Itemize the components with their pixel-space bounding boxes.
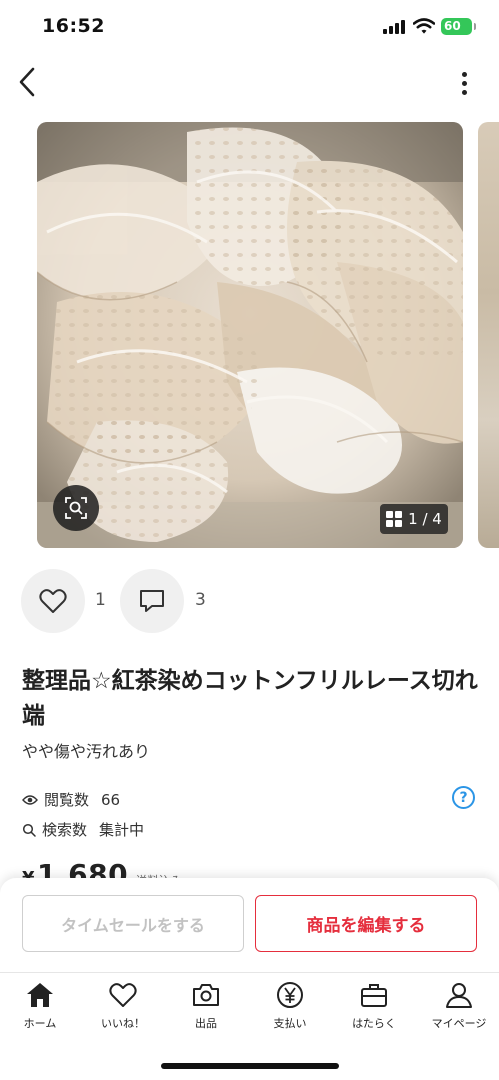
zoom-search-icon [65,497,87,519]
tab-home[interactable]: ホーム [0,981,80,1033]
person-icon [445,981,473,1009]
tab-mypage[interactable]: マイページ [419,981,499,1033]
battery-level: 60 [444,19,461,33]
like-button[interactable] [21,569,85,633]
next-image-preview[interactable] [478,122,499,548]
action-panel: タイムセールをする 商品を編集する [0,878,499,972]
tab-work[interactable]: はたらく [334,981,414,1033]
view-count-value: 66 [101,790,121,809]
back-button[interactable] [12,62,42,102]
status-time: 16:52 [42,15,105,37]
more-options-button[interactable] [452,66,476,100]
dot [461,71,467,77]
dot [461,89,467,95]
tab-payment[interactable]: 支払い [250,981,330,1033]
product-image-carousel[interactable] [37,122,463,548]
comment-icon [140,590,164,612]
help-icon[interactable]: ? [452,786,475,809]
search-count-row: 検索数 集計中 [22,819,144,840]
view-count-row: 閲覧数 66 [22,789,120,810]
timesale-button[interactable]: タイムセールをする [22,895,244,952]
battery-indicator: 60 [441,18,472,35]
tab-home-label: ホーム [23,1017,57,1030]
tab-work-label: はたらく [352,1017,396,1030]
battery-tip [474,23,476,30]
home-icon [26,981,54,1009]
yen-icon [276,981,304,1009]
search-count-label: 検索数 [42,821,88,839]
tab-sell-label: 出品 [195,1017,217,1030]
product-image[interactable] [37,122,463,548]
tab-payment-label: 支払い [273,1017,307,1030]
comment-button[interactable] [120,569,184,633]
chevron-left-icon [19,67,35,97]
image-counter-text: 1 / 4 [408,510,442,528]
eye-icon [22,794,38,805]
search-count-value: 集計中 [99,821,145,839]
home-indicator [161,1063,339,1069]
comment-count: 3 [195,590,206,610]
signal-icon [383,20,407,34]
image-counter: 1 / 4 [380,504,448,534]
grid-icon [386,511,403,527]
zoom-button[interactable] [53,485,99,531]
product-condition: やや傷や汚れあり [22,742,151,761]
product-title: 整理品☆紅茶染めコットンフリルレース切れ端 [22,668,478,729]
view-count-label: 閲覧数 [44,791,90,809]
tab-sell[interactable]: 出品 [166,981,246,1033]
search-icon [22,823,36,837]
briefcase-icon [360,981,388,1009]
heart-icon [39,589,67,613]
edit-item-button[interactable]: 商品を編集する [255,895,477,952]
wifi-icon [413,18,435,34]
dot [461,80,467,86]
tab-bar: ホーム いいね！ 出品 支払い はたらく マイページ [0,972,499,1080]
status-bar: 16:52 60 [0,0,499,56]
heart-icon [109,981,137,1009]
camera-icon [192,981,220,1009]
tab-likes-label: いいね！ [101,1017,145,1030]
like-count: 1 [95,590,106,610]
tab-likes[interactable]: いいね！ [83,981,163,1033]
tab-mypage-label: マイページ [431,1017,487,1030]
